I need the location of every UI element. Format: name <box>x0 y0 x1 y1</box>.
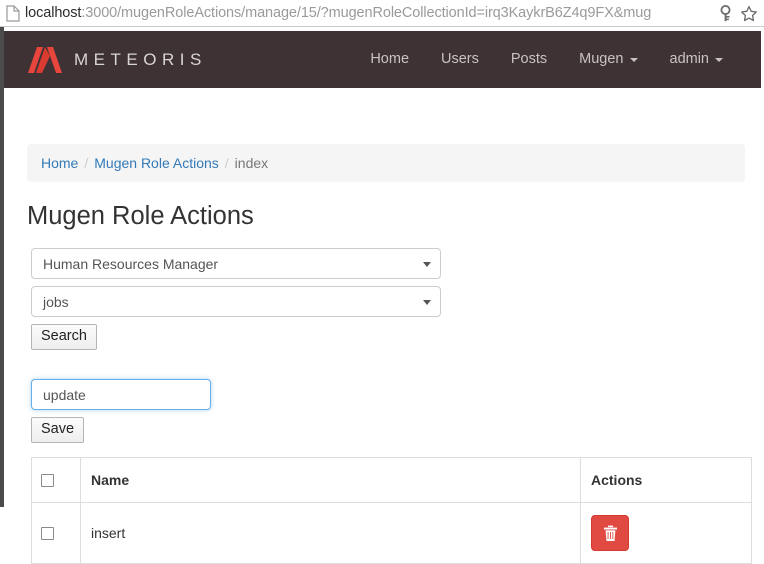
delete-row-button[interactable] <box>591 515 629 551</box>
nav-dropdown-admin[interactable]: admin <box>654 31 740 88</box>
row-select-cell <box>31 502 81 564</box>
breadcrumb-item-mugen-role-actions[interactable]: Mugen Role Actions <box>94 155 219 171</box>
nav-link-users[interactable]: Users <box>425 31 495 88</box>
nav-dropdown-mugen-label: Mugen <box>579 51 624 67</box>
row-actions-cell <box>580 502 752 564</box>
table-header-row: Name Actions <box>31 457 752 503</box>
table-head: Name Actions <box>31 457 752 503</box>
url-path: :3000/mugenRoleActions/manage/15/?mugenR… <box>81 5 652 21</box>
brand-name: METEORIS <box>74 49 207 69</box>
brand-logo-link[interactable]: METEORIS <box>28 46 207 73</box>
page-document-icon <box>6 4 20 22</box>
url-text[interactable]: localhost:3000/mugenRoleActions/manage/1… <box>25 5 714 21</box>
breadcrumb-item-index: index <box>234 155 269 171</box>
name-input[interactable] <box>31 379 211 410</box>
navbar-links: Home Users Posts Mugen admin <box>354 31 761 88</box>
trash-icon <box>603 525 618 542</box>
save-button-wrap: Save <box>31 417 761 443</box>
breadcrumb-separator: / <box>84 155 89 171</box>
search-button[interactable]: Search <box>31 324 97 350</box>
nav-link-posts-label: Posts <box>510 51 548 67</box>
breadcrumb: Home / Mugen Role Actions / index <box>27 144 745 182</box>
role-actions-table: Name Actions insert <box>31 457 752 564</box>
meteoris-m-logo-icon <box>28 46 62 73</box>
row-checkbox[interactable] <box>41 526 54 540</box>
collection-select[interactable]: jobs <box>31 286 441 317</box>
breadcrumb-separator: / <box>224 155 229 171</box>
chevron-down-icon <box>423 299 431 305</box>
nav-dropdown-mugen[interactable]: Mugen <box>563 31 653 88</box>
role-select[interactable]: Human Resources Manager <box>31 248 441 279</box>
page-content: Home / Mugen Role Actions / index Mugen Role… <box>4 88 761 564</box>
save-button[interactable]: Save <box>31 417 85 443</box>
browser-viewport: METEORIS Home Users Posts Mugen admin Ho… <box>0 27 764 564</box>
nav-dropdown-admin-label: admin <box>669 51 710 67</box>
chevron-down-icon <box>715 57 723 62</box>
column-header-actions: Actions <box>580 457 752 503</box>
role-select-value: Human Resources Manager <box>43 255 219 272</box>
nav-link-posts[interactable]: Posts <box>495 31 563 88</box>
site-navbar: METEORIS Home Users Posts Mugen admin <box>4 31 761 88</box>
chevron-down-icon <box>629 57 638 62</box>
browser-toolbar-icons <box>714 4 764 22</box>
star-icon[interactable] <box>740 5 758 22</box>
search-form: Human Resources Manager jobs Search <box>31 248 761 350</box>
key-icon[interactable] <box>718 4 733 22</box>
collection-select-value: jobs <box>43 293 69 310</box>
nav-link-users-label: Users <box>441 51 479 67</box>
url-host: localhost <box>25 5 82 21</box>
nav-link-home-label: Home <box>370 51 410 67</box>
table-row: insert <box>31 502 752 564</box>
browser-address-bar[interactable]: localhost:3000/mugenRoleActions/manage/1… <box>0 0 764 27</box>
select-all-checkbox[interactable] <box>41 473 54 487</box>
table-body: insert <box>31 502 752 564</box>
row-name-cell: insert <box>80 502 581 564</box>
column-header-select-all <box>31 457 81 503</box>
chevron-down-icon <box>423 261 431 267</box>
nav-link-home[interactable]: Home <box>354 31 425 88</box>
create-form: Save <box>31 379 761 443</box>
column-header-name: Name <box>80 457 581 503</box>
breadcrumb-item-home[interactable]: Home <box>41 155 78 171</box>
page-title: Mugen Role Actions <box>27 202 254 230</box>
